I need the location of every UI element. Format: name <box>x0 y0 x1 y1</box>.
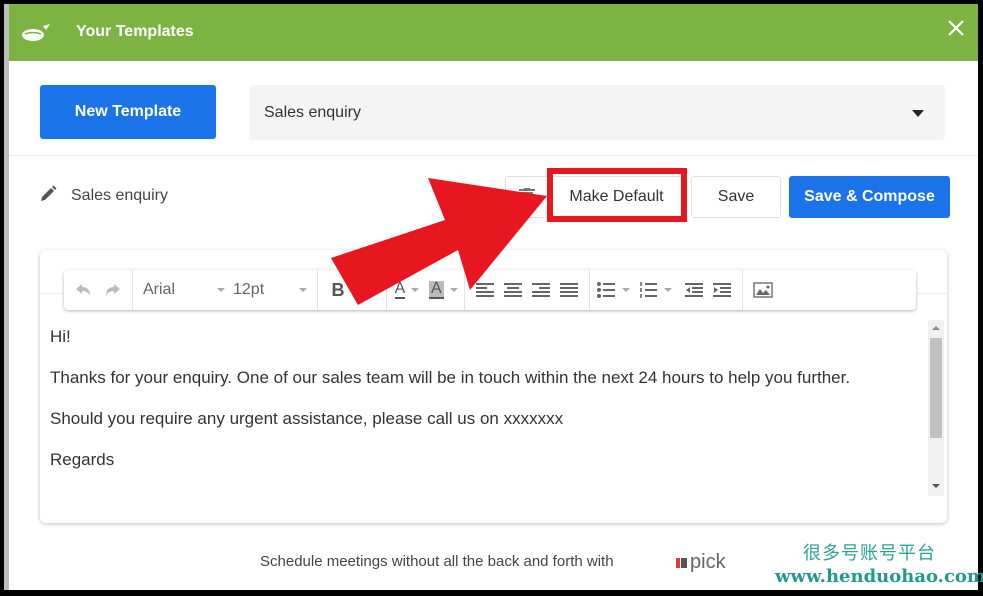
rich-text-editor: Arial 12pt B I A A Hi! Thanks for your e… <box>40 250 947 523</box>
align-right-button[interactable] <box>527 275 555 305</box>
text-color-icon: A <box>394 280 406 299</box>
scroll-thumb[interactable] <box>930 338 942 438</box>
align-left-icon <box>475 283 494 297</box>
indent-icon <box>712 283 731 297</box>
caret-down-icon <box>912 110 924 117</box>
background-color-icon: A <box>429 280 444 299</box>
delete-button[interactable] <box>505 176 549 218</box>
insert-image-button[interactable] <box>749 275 777 305</box>
outdent-icon <box>684 283 703 297</box>
template-select[interactable]: Sales enquiry <box>249 85 945 140</box>
pencil-icon[interactable] <box>38 184 58 204</box>
body-paragraph: Regards <box>50 450 115 469</box>
pick-logo-mark-icon <box>681 557 687 568</box>
font-group: Arial 12pt <box>133 270 318 310</box>
align-right-icon <box>531 283 550 297</box>
caret-down-icon <box>299 288 307 292</box>
caret-down-icon <box>217 288 225 292</box>
list-group <box>590 270 743 310</box>
save-compose-button[interactable]: Save & Compose <box>789 176 950 218</box>
font-family-select[interactable]: Arial <box>139 275 229 305</box>
insert-group <box>743 270 783 310</box>
watermark-url: www.henduohao.com <box>775 566 983 587</box>
dialog-title: Your Templates <box>76 23 194 40</box>
trash-icon <box>519 188 535 205</box>
caret-down-icon <box>663 288 672 292</box>
template-name[interactable]: Sales enquiry <box>71 187 168 205</box>
bold-icon: B <box>331 279 345 300</box>
indent-button[interactable] <box>708 275 736 305</box>
close-button[interactable] <box>944 18 968 42</box>
caret-down-icon <box>449 288 458 292</box>
background-color-button[interactable]: A <box>429 275 458 305</box>
undo-icon <box>76 284 90 296</box>
bold-button[interactable]: B <box>324 275 352 305</box>
text-color-button[interactable]: A <box>393 275 421 305</box>
caret-down-icon <box>411 288 420 292</box>
make-default-button[interactable]: Make Default <box>549 176 684 218</box>
align-left-button[interactable] <box>471 275 499 305</box>
align-group <box>465 270 590 310</box>
font-size-select[interactable]: 12pt <box>229 275 311 305</box>
image-icon <box>752 282 773 298</box>
scroll-up-icon[interactable] <box>932 326 940 330</box>
body-paragraph: Thanks for your enquiry. One of our sale… <box>50 368 851 387</box>
pick-brand: pick <box>690 551 726 573</box>
footer-promo-text: Schedule meetings without all the back a… <box>260 553 614 570</box>
watermark-text: 很多号账号平台 <box>803 543 936 564</box>
outdent-button[interactable] <box>680 275 708 305</box>
justify-icon <box>559 283 578 297</box>
email-body[interactable]: Hi! Thanks for your enquiry. One of our … <box>50 326 920 496</box>
italic-button[interactable]: I <box>352 275 380 305</box>
bullet-list-button[interactable] <box>596 275 630 305</box>
numbered-list-icon <box>639 282 657 298</box>
body-paragraph: Should you require any urgent assistance… <box>50 409 564 428</box>
align-center-button[interactable] <box>499 275 527 305</box>
italic-icon: I <box>363 279 369 300</box>
editor-toolbar: Arial 12pt B I A A <box>64 270 916 310</box>
caret-down-icon <box>621 288 630 292</box>
font-family-value: Arial <box>143 281 176 298</box>
color-group: A A <box>387 270 465 310</box>
save-button[interactable]: Save <box>691 176 781 218</box>
new-template-button[interactable]: New Template <box>40 85 216 139</box>
history-group <box>64 270 133 310</box>
undo-button[interactable] <box>70 275 98 305</box>
templates-dialog: Your Templates New Template Sales enquir… <box>9 4 978 590</box>
template-select-value: Sales enquiry <box>264 104 361 121</box>
bullet-list-icon <box>596 282 615 298</box>
dialog-header: Your Templates <box>9 4 978 61</box>
font-size-value: 12pt <box>233 281 265 298</box>
pick-logo-mark-icon <box>676 557 680 568</box>
divider <box>9 155 978 156</box>
redo-icon <box>106 284 120 296</box>
style-group: B I <box>318 270 387 310</box>
pick-logo[interactable]: pick <box>676 551 726 574</box>
numbered-list-button[interactable] <box>638 275 672 305</box>
justify-button[interactable] <box>555 275 583 305</box>
editor-scrollbar[interactable] <box>928 320 944 496</box>
redo-button[interactable] <box>98 275 126 305</box>
body-paragraph: Hi! <box>50 327 71 346</box>
close-icon <box>948 20 964 36</box>
scroll-down-icon[interactable] <box>932 484 940 488</box>
align-center-icon <box>503 283 522 297</box>
app-logo-icon <box>22 24 50 41</box>
